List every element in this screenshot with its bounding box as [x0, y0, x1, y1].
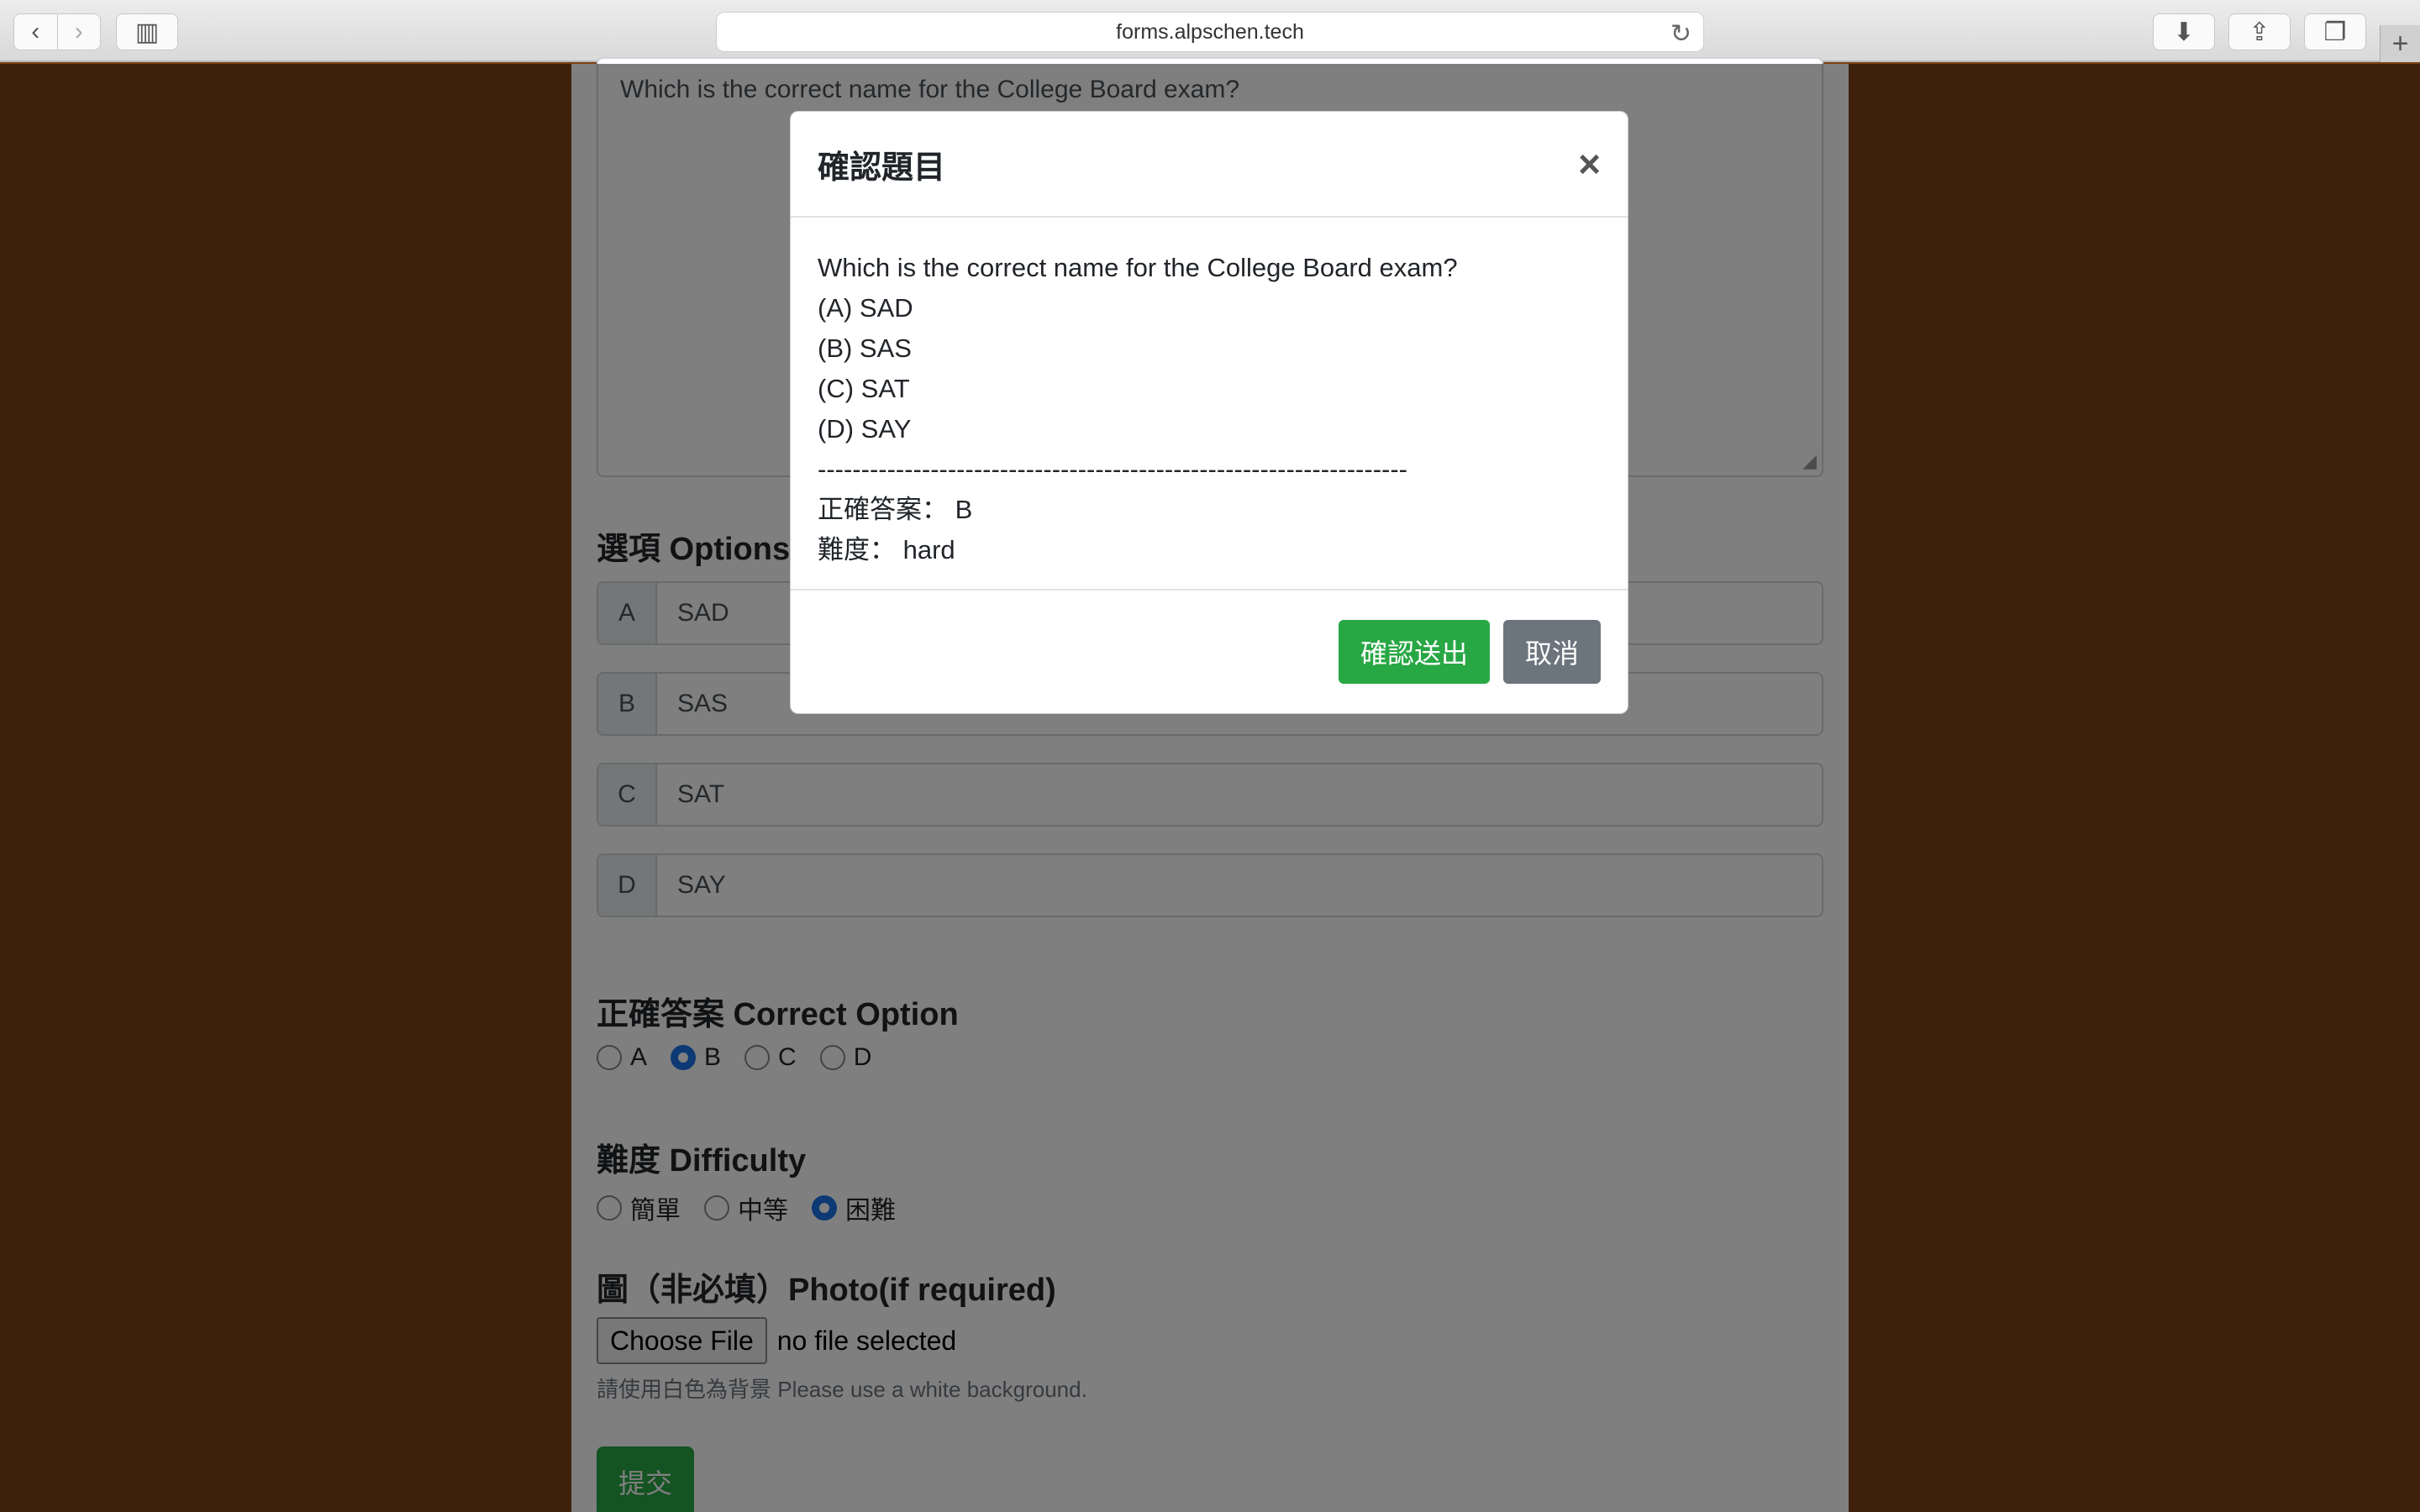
modal-divider: ----------------------------------------… — [818, 454, 1407, 484]
nav-buttons: ‹ › — [13, 13, 101, 50]
modal-body: Which is the correct name for the Colleg… — [791, 218, 1628, 591]
modal-title: 確認題目 — [818, 150, 946, 186]
url-text: forms.alpschen.tech — [1116, 19, 1304, 44]
tabs-icon[interactable]: ❐ — [2304, 13, 2366, 50]
share-icon[interactable]: ⇪ — [2228, 13, 2291, 50]
modal-footer: 確認送出 取消 — [791, 591, 1628, 713]
modal-option-line: (C) SAT — [818, 374, 910, 403]
close-icon[interactable]: × — [1578, 144, 1601, 183]
modal-option-line: (B) SAS — [818, 333, 912, 363]
download-icon[interactable]: ⬇ — [2153, 13, 2215, 50]
modal-header: 確認題目 × — [791, 112, 1628, 218]
back-icon[interactable]: ‹ — [14, 14, 57, 50]
sidebar-icon[interactable]: ▥ — [116, 13, 178, 50]
modal-option-line: (D) SAY — [818, 414, 912, 444]
modal-option-line: (A) SAD — [818, 293, 913, 323]
cancel-button[interactable]: 取消 — [1502, 620, 1601, 684]
modal-difficulty: 難度： hard — [818, 535, 955, 564]
forward-icon[interactable]: › — [56, 14, 101, 50]
reload-icon[interactable]: ↻ — [1670, 19, 1691, 49]
confirm-submit-button[interactable]: 確認送出 — [1338, 620, 1490, 684]
modal-answer: 正確答案： B — [818, 495, 973, 524]
confirm-modal: 確認題目 × Which is the correct name for the… — [790, 111, 1628, 714]
address-bar[interactable]: forms.alpschen.tech ↻ — [716, 12, 1704, 52]
new-tab-icon[interactable]: + — [2380, 25, 2420, 62]
browser-toolbar: ‹ › ▥ forms.alpschen.tech ↻ ⬇ ⇪ ❐ + — [0, 0, 2420, 62]
modal-question: Which is the correct name for the Colleg… — [818, 253, 1458, 282]
